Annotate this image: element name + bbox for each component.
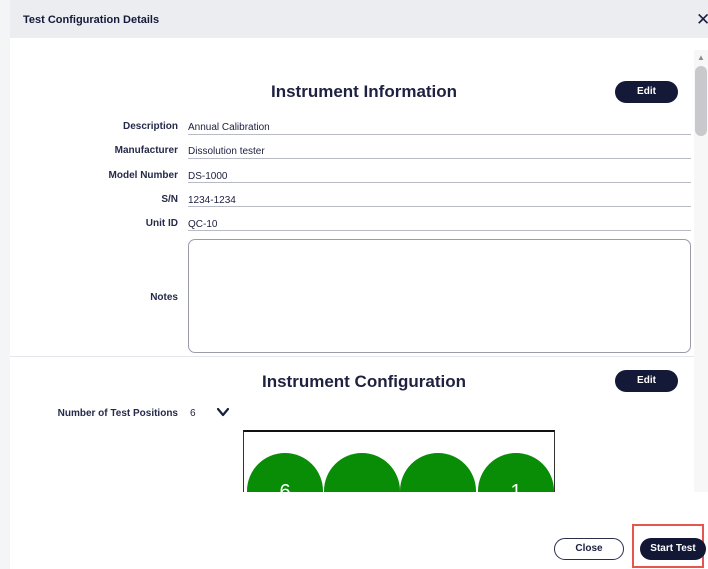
description-underline — [188, 134, 691, 135]
dialog-titlebar: Test Configuration Details ✕ — [10, 0, 708, 38]
vessel-layout: 6 1 — [243, 430, 555, 492]
unit-id-underline — [188, 230, 691, 231]
vessel-label: 6 — [279, 481, 291, 492]
notes-label: Notes — [150, 292, 178, 303]
start-test-button[interactable]: Start Test — [640, 538, 706, 560]
instrument-information-heading: Instrument Information — [271, 82, 458, 101]
vessel-position-1[interactable]: 1 — [478, 453, 554, 492]
close-button[interactable]: Close — [554, 538, 624, 560]
chevron-up-icon[interactable]: ▲ — [694, 52, 708, 64]
edit-instrument-config-button[interactable]: Edit — [615, 370, 678, 392]
serial-number-underline — [188, 206, 691, 207]
dialog-footer: Close Start Test — [10, 492, 708, 569]
serial-number-label: S/N — [161, 194, 178, 205]
manufacturer-label: Manufacturer — [114, 145, 178, 156]
model-number-underline — [188, 182, 691, 183]
test-positions-label: Number of Test Positions — [57, 408, 178, 419]
dialog-content: Instrument Information Edit Description … — [10, 38, 694, 492]
description-field[interactable]: Annual Calibration — [188, 122, 270, 133]
model-number-label: Model Number — [108, 170, 178, 181]
description-label: Description — [122, 121, 178, 132]
vertical-scrollbar[interactable]: ▲ ▼ — [694, 50, 708, 517]
vessel-position-6[interactable]: 6 — [247, 453, 323, 492]
manufacturer-field[interactable]: Dissolution tester — [188, 146, 265, 157]
notes-textarea[interactable] — [188, 239, 691, 353]
instrument-configuration-heading: Instrument Configuration — [262, 372, 466, 391]
vessel-position[interactable] — [400, 453, 476, 492]
vessel-label: 1 — [510, 481, 522, 492]
serial-number-field[interactable]: 1234-1234 — [188, 195, 236, 206]
edit-instrument-info-button[interactable]: Edit — [615, 81, 678, 103]
chevron-down-icon[interactable] — [216, 405, 230, 424]
vessel-position[interactable] — [324, 453, 400, 492]
manufacturer-underline — [188, 158, 691, 159]
section-divider — [10, 356, 694, 357]
test-configuration-dialog: Test Configuration Details ✕ Instrument … — [10, 0, 708, 569]
close-icon[interactable]: ✕ — [696, 10, 708, 30]
test-positions-value[interactable]: 6 — [190, 408, 196, 419]
model-number-field[interactable]: DS-1000 — [188, 171, 227, 182]
dialog-title: Test Configuration Details — [23, 14, 160, 26]
unit-id-field[interactable]: QC-10 — [188, 219, 217, 230]
scrollbar-thumb[interactable] — [695, 66, 707, 136]
unit-id-label: Unit ID — [145, 218, 178, 229]
